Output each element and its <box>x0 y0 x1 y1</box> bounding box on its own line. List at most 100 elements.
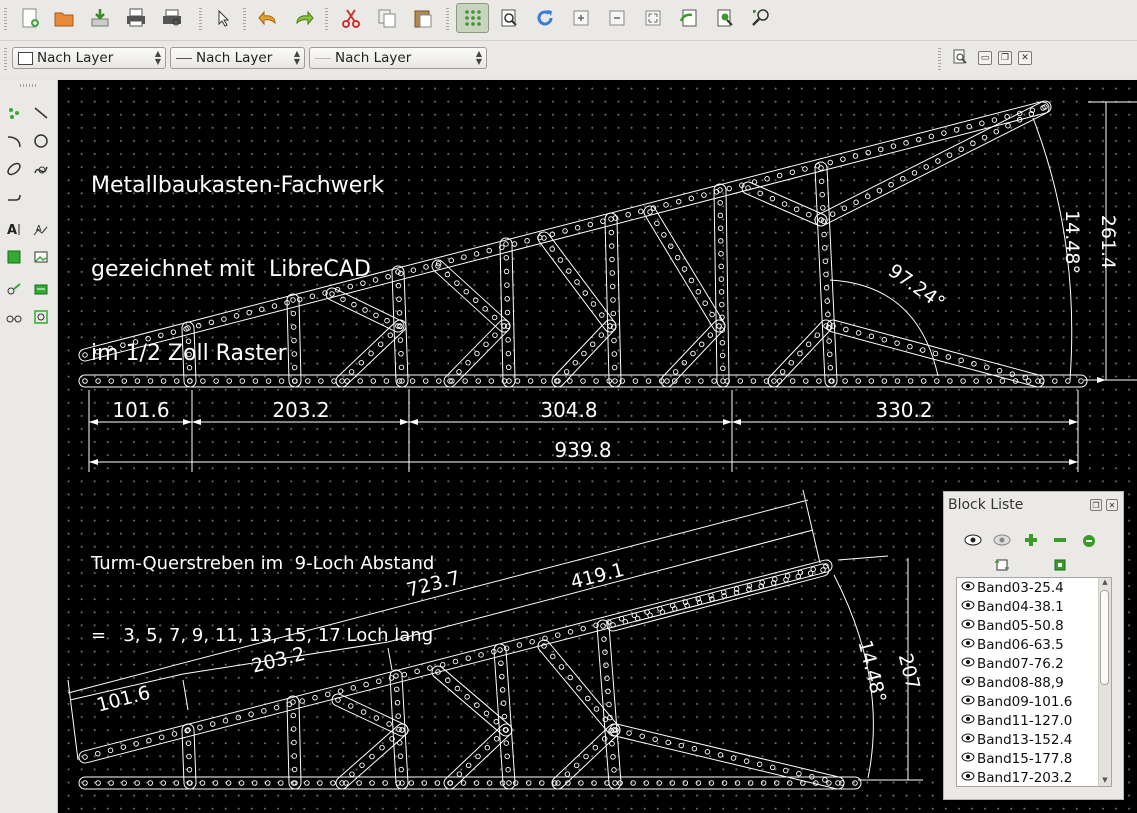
spline-tool-icon[interactable] <box>30 158 52 180</box>
info-tool-icon[interactable] <box>30 278 52 300</box>
visible-eye-icon[interactable] <box>961 600 975 613</box>
angle-text: 97.24° <box>884 260 949 315</box>
select-pointer-icon[interactable] <box>208 4 236 32</box>
edit-block-icon[interactable] <box>991 554 1013 576</box>
hide-all-blocks-icon[interactable] <box>991 529 1013 551</box>
line-type-select-label: Nach Layer <box>335 50 412 66</box>
visible-eye-icon[interactable] <box>961 638 975 651</box>
line-width-select[interactable]: Nach Layer ▲ ▼ <box>170 47 305 69</box>
list-item[interactable]: Band09-101.6 <box>957 692 1111 711</box>
dimension-tool-icon[interactable]: A <box>30 218 52 240</box>
new-file-icon[interactable] <box>16 4 44 32</box>
close-panel-icon[interactable]: ✕ <box>1106 499 1118 511</box>
redraw-icon[interactable] <box>531 4 559 32</box>
grid-icon[interactable] <box>456 3 489 33</box>
toolbar-grip[interactable] <box>4 48 7 70</box>
list-item[interactable]: Band04-38.1 <box>957 597 1111 616</box>
visible-eye-icon[interactable] <box>961 619 975 632</box>
visible-eye-icon[interactable] <box>961 714 975 727</box>
angle-text: 14.48° <box>853 638 890 705</box>
image-tool-icon[interactable] <box>30 246 52 268</box>
list-item[interactable]: Band06-63.5 <box>957 635 1111 654</box>
list-item[interactable]: Band17-203.2 <box>957 768 1111 786</box>
paste-icon[interactable] <box>409 4 437 32</box>
rename-block-icon[interactable] <box>1078 529 1100 551</box>
cut-icon[interactable] <box>337 4 365 32</box>
list-item[interactable]: Band15-177.8 <box>957 749 1111 768</box>
line-tool-icon[interactable] <box>30 102 52 124</box>
zoom-pan-icon[interactable] <box>747 4 775 32</box>
insert-block-icon[interactable] <box>1049 554 1071 576</box>
toolbar-grip[interactable] <box>243 8 246 30</box>
toolbar-grip[interactable] <box>938 48 941 70</box>
restore-window-icon[interactable]: ❐ <box>998 51 1012 65</box>
add-block-icon[interactable] <box>1020 529 1042 551</box>
circle-tool-icon[interactable] <box>30 130 52 152</box>
main-toolbar <box>0 0 1137 41</box>
toolbar-grip[interactable] <box>325 8 328 30</box>
scrollbar-thumb[interactable] <box>1100 590 1109 685</box>
list-item[interactable]: Band03-25.4 <box>957 578 1111 597</box>
angle-text: 14.48° <box>1061 210 1083 274</box>
open-folder-icon[interactable] <box>50 4 78 32</box>
drawing-title-line: Metallbaukasten-Fachwerk <box>91 173 385 198</box>
minimize-window-icon[interactable]: ▭ <box>978 51 992 65</box>
drawing-title-line: im 1/2 Zoll Raster <box>91 341 287 366</box>
zoom-auto-icon[interactable] <box>639 4 667 32</box>
modify-tool-icon[interactable] <box>3 278 25 300</box>
line-type-swatch-icon <box>315 57 331 59</box>
scroll-up-icon[interactable]: ▲ <box>1099 578 1111 588</box>
dim-text: 261.4 <box>1097 215 1119 269</box>
visible-eye-icon[interactable] <box>961 752 975 765</box>
visible-eye-icon[interactable] <box>961 657 975 670</box>
print-icon[interactable] <box>122 4 150 32</box>
line-type-select[interactable]: Nach Layer ▲ ▼ <box>309 47 487 69</box>
toolbar-grip[interactable] <box>446 8 449 30</box>
line-width-swatch-icon <box>176 58 192 59</box>
visible-eye-icon[interactable] <box>961 581 975 594</box>
close-window-icon[interactable]: ✕ <box>1018 51 1032 65</box>
toolbar-grip[interactable] <box>199 8 202 30</box>
list-item[interactable]: Band13-152.4 <box>957 730 1111 749</box>
block-name: Band09-101.6 <box>977 693 1073 710</box>
drawing-note: Turm-Querstreben im 9-Loch Abstand = 3, … <box>91 504 434 696</box>
block-tool-icon[interactable] <box>3 306 25 328</box>
points-tool-icon[interactable] <box>3 102 25 124</box>
undo-icon[interactable] <box>254 4 282 32</box>
polyline-tool-icon[interactable] <box>3 186 25 208</box>
color-swatch-icon <box>18 51 33 65</box>
zoom-fit-icon[interactable] <box>711 4 739 32</box>
show-all-blocks-icon[interactable] <box>962 529 984 551</box>
color-select[interactable]: Nach Layer ▲ ▼ <box>12 47 166 69</box>
zoom-out-icon[interactable] <box>603 4 631 32</box>
copy-icon[interactable] <box>373 4 401 32</box>
visible-eye-icon[interactable] <box>961 771 975 784</box>
list-item[interactable]: Band08-88,9 <box>957 673 1111 692</box>
block-name: Band08-88,9 <box>977 674 1064 691</box>
list-item[interactable]: Band07-76.2 <box>957 654 1111 673</box>
hatch-tool-icon[interactable] <box>3 246 25 268</box>
float-panel-icon[interactable]: ❐ <box>1090 499 1102 511</box>
zoom-in-icon[interactable] <box>567 4 595 32</box>
save-icon[interactable] <box>86 4 114 32</box>
ellipse-tool-icon[interactable] <box>3 158 25 180</box>
print-preview-icon[interactable] <box>158 4 186 32</box>
list-item[interactable]: Band05-50.8 <box>957 616 1111 635</box>
zoom-previous-icon[interactable] <box>675 4 703 32</box>
redo-icon[interactable] <box>290 4 318 32</box>
remove-block-icon[interactable] <box>1049 529 1071 551</box>
visible-eye-icon[interactable] <box>961 733 975 746</box>
toolbar-grip[interactable] <box>20 84 36 87</box>
visible-eye-icon[interactable] <box>961 695 975 708</box>
select-tool-icon[interactable] <box>30 306 52 328</box>
document-zoom-icon[interactable] <box>948 45 972 69</box>
visible-eye-icon[interactable] <box>961 676 975 689</box>
text-tool-icon[interactable]: A <box>3 218 25 240</box>
scroll-down-icon[interactable]: ▼ <box>1099 776 1111 786</box>
block-list-scrollbar[interactable]: ▲ ▼ <box>1098 578 1111 786</box>
list-item[interactable]: Band11-127.0 <box>957 711 1111 730</box>
arc-tool-icon[interactable] <box>3 130 25 152</box>
zoom-window-icon[interactable] <box>495 4 523 32</box>
toolbar-grip[interactable] <box>4 8 7 30</box>
strip-member <box>551 723 621 790</box>
